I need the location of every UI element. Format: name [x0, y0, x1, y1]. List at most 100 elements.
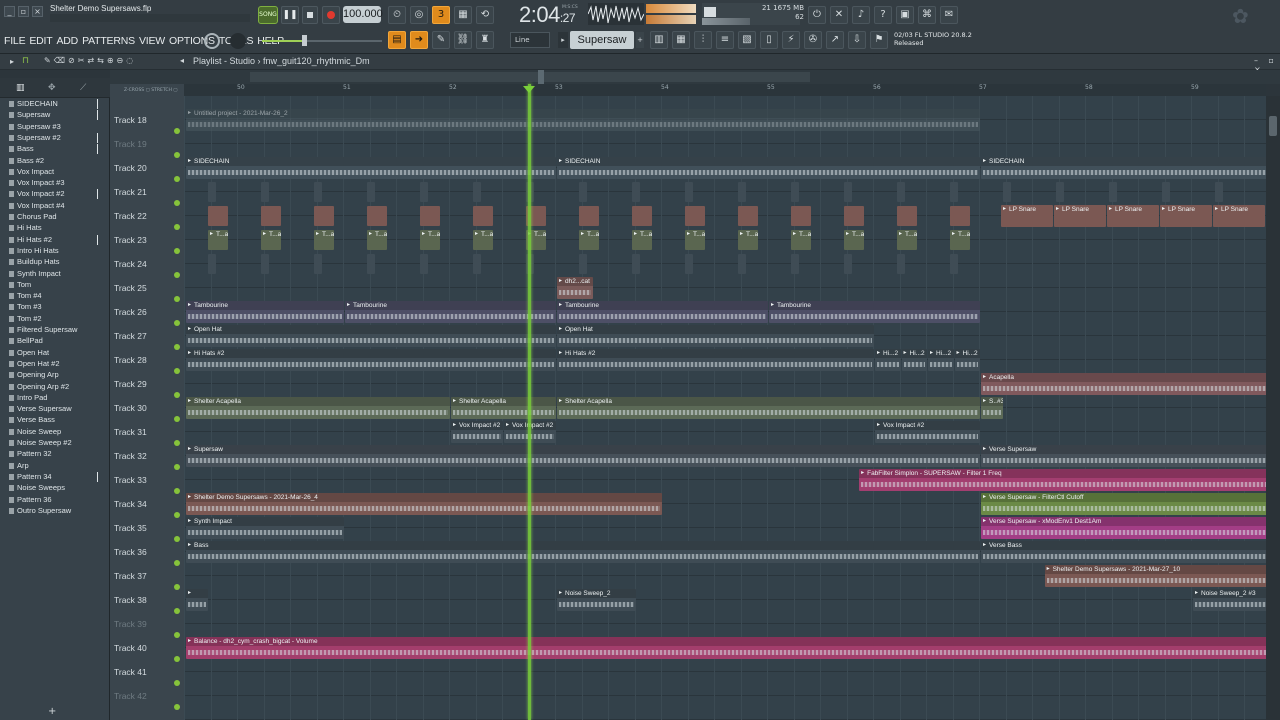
- pattern-clip[interactable]: LP Snare: [1160, 205, 1212, 227]
- playlist-clip[interactable]: Hi...2: [928, 349, 954, 371]
- picker-item[interactable]: Vox Impact #4: [9, 201, 98, 211]
- metronome-icon[interactable]: ⏲: [388, 6, 406, 24]
- track-name[interactable]: Track 31: [114, 426, 147, 450]
- picker-item[interactable]: Outro Supersaw: [9, 506, 98, 516]
- picker-item[interactable]: Pattern 36: [9, 495, 98, 505]
- picker-item[interactable]: Filtered Supersaw: [9, 325, 98, 335]
- picker-item[interactable]: Supersaw: [9, 110, 98, 121]
- track-name[interactable]: Track 28: [114, 354, 147, 378]
- record-button[interactable]: [322, 6, 340, 24]
- pattern-clip[interactable]: [420, 182, 428, 202]
- menu-file[interactable]: FILE: [4, 35, 26, 47]
- playlist-clip[interactable]: Supersaw: [186, 445, 980, 467]
- arrow-up-right-icon[interactable]: ↗: [826, 31, 844, 49]
- audio-tab-icon[interactable]: ✥: [48, 83, 56, 93]
- track-name[interactable]: Track 42: [114, 690, 147, 714]
- playlist-clip[interactable]: Tambourine: [769, 301, 980, 323]
- playlist-clip[interactable]: Hi Hats #2: [186, 349, 556, 371]
- tempo-display[interactable]: 100.000: [343, 6, 383, 23]
- track-mute-icon[interactable]: [174, 224, 180, 230]
- playlist-clip[interactable]: Balance - dh2_cym_crash_bigcat - Volume: [186, 637, 1266, 659]
- track-mute-icon[interactable]: [174, 440, 180, 446]
- picker-item[interactable]: Opening Arp #2: [9, 382, 98, 392]
- pattern-clip[interactable]: [261, 182, 269, 202]
- playlist-clip[interactable]: Synth Impact: [186, 517, 344, 539]
- pattern-clip[interactable]: [738, 254, 746, 274]
- pattern-clip[interactable]: [579, 182, 587, 202]
- pattern-clip[interactable]: [261, 206, 281, 226]
- picker-item[interactable]: Open Hat #2: [9, 359, 98, 369]
- picker-item[interactable]: SIDECHAIN: [9, 99, 98, 109]
- picker-item[interactable]: Open Hat: [9, 348, 98, 358]
- close-icon[interactable]: ×: [32, 6, 43, 17]
- picker-item[interactable]: Pattern 34: [9, 471, 98, 482]
- pattern-selector[interactable]: Supersaw: [570, 31, 634, 49]
- picker-item[interactable]: Noise Sweep #2: [9, 438, 98, 448]
- picker-item[interactable]: Tom: [9, 280, 98, 290]
- track-mute-icon[interactable]: [174, 464, 180, 470]
- track-mute-icon[interactable]: [174, 320, 180, 326]
- playlist-clip[interactable]: Tambourine: [186, 301, 344, 323]
- microphone-icon[interactable]: ♪: [852, 6, 870, 24]
- playlist-clip[interactable]: Verse Supersaw - FilterCtl Cutoff: [981, 493, 1266, 515]
- pattern-clip[interactable]: T...ap: [314, 230, 334, 250]
- track-name[interactable]: Track 41: [114, 666, 147, 690]
- pattern-clip[interactable]: [897, 206, 917, 226]
- cart-icon[interactable]: ⚑: [870, 31, 888, 49]
- track-mute-icon[interactable]: [174, 248, 180, 254]
- menu-edit[interactable]: EDIT: [29, 35, 52, 47]
- picker-item[interactable]: Noise Sweeps: [9, 483, 98, 493]
- master-slider-handle[interactable]: [302, 35, 307, 46]
- pattern-clip[interactable]: T...ap: [473, 230, 493, 250]
- picker-item[interactable]: Vox Impact: [9, 167, 98, 177]
- playlist-clip[interactable]: Verse Bass: [981, 541, 1266, 563]
- playlist-clip[interactable]: Bass: [186, 541, 980, 563]
- pattern-clip[interactable]: [950, 182, 958, 202]
- patterns-tab-icon[interactable]: ▥: [16, 83, 25, 93]
- automation-tab-icon[interactable]: ⟋: [80, 83, 86, 93]
- track-name[interactable]: Track 18: [114, 114, 147, 138]
- track-mute-icon[interactable]: [174, 608, 180, 614]
- playlist-clip[interactable]: Vox Impact #2: [875, 421, 980, 443]
- wait-input-icon[interactable]: ◎: [410, 6, 428, 24]
- picker-item[interactable]: Chorus Pad: [9, 212, 98, 222]
- playlist-clip[interactable]: Shelter Demo Supersaws - 2021-Mar-27_10: [1044, 565, 1266, 587]
- pattern-clip[interactable]: [579, 254, 587, 274]
- pattern-clip[interactable]: [791, 182, 799, 202]
- overview-strip[interactable]: [110, 70, 1280, 84]
- menu-add[interactable]: ADD: [57, 35, 79, 47]
- picker-item[interactable]: Bass #2: [9, 156, 98, 166]
- playlist-clip[interactable]: Hi...2: [954, 349, 980, 371]
- picker-item[interactable]: Vox Impact #3: [9, 178, 98, 188]
- track-mute-icon[interactable]: [174, 584, 180, 590]
- pattern-clip[interactable]: [367, 206, 387, 226]
- picker-item[interactable]: Hi Hats #2: [9, 234, 98, 245]
- track-mute-icon[interactable]: [174, 704, 180, 710]
- help-icon[interactable]: ?: [874, 6, 892, 24]
- picker-item[interactable]: Noise Sweep: [9, 427, 98, 437]
- picker-item[interactable]: Supersaw #3: [9, 122, 98, 132]
- playlist-clip[interactable]: dh2...cat: [557, 277, 594, 299]
- playlist-clip[interactable]: Noise Sweep_2 #3: [1193, 589, 1266, 611]
- track-mute-icon[interactable]: [174, 392, 180, 398]
- pattern-clip[interactable]: [632, 206, 652, 226]
- online-news-icon[interactable]: ⏻: [808, 6, 826, 24]
- track-name[interactable]: Track 34: [114, 498, 147, 522]
- magnet-icon[interactable]: ⊓: [22, 56, 29, 66]
- pattern-clip[interactable]: T...ap: [261, 230, 281, 250]
- track-mute-icon[interactable]: [174, 536, 180, 542]
- pattern-clip[interactable]: T...ap: [897, 230, 917, 250]
- snap-mode-select[interactable]: Line: [510, 32, 550, 48]
- pattern-clip[interactable]: [420, 254, 428, 274]
- pattern-clip[interactable]: [897, 254, 905, 274]
- picker-item[interactable]: Buildup Hats: [9, 257, 98, 267]
- picker-item[interactable]: Tom #2: [9, 314, 98, 324]
- track-mute-icon[interactable]: [174, 200, 180, 206]
- playlist-icon[interactable]: ▤: [388, 31, 406, 49]
- picker-item[interactable]: Arp: [9, 461, 98, 471]
- pattern-clip[interactable]: [738, 206, 758, 226]
- playhead-marker-icon[interactable]: [523, 86, 535, 93]
- pattern-clip[interactable]: [632, 182, 640, 202]
- pattern-clip[interactable]: [791, 254, 799, 274]
- playlist-clip[interactable]: Hi Hats #2: [557, 349, 874, 371]
